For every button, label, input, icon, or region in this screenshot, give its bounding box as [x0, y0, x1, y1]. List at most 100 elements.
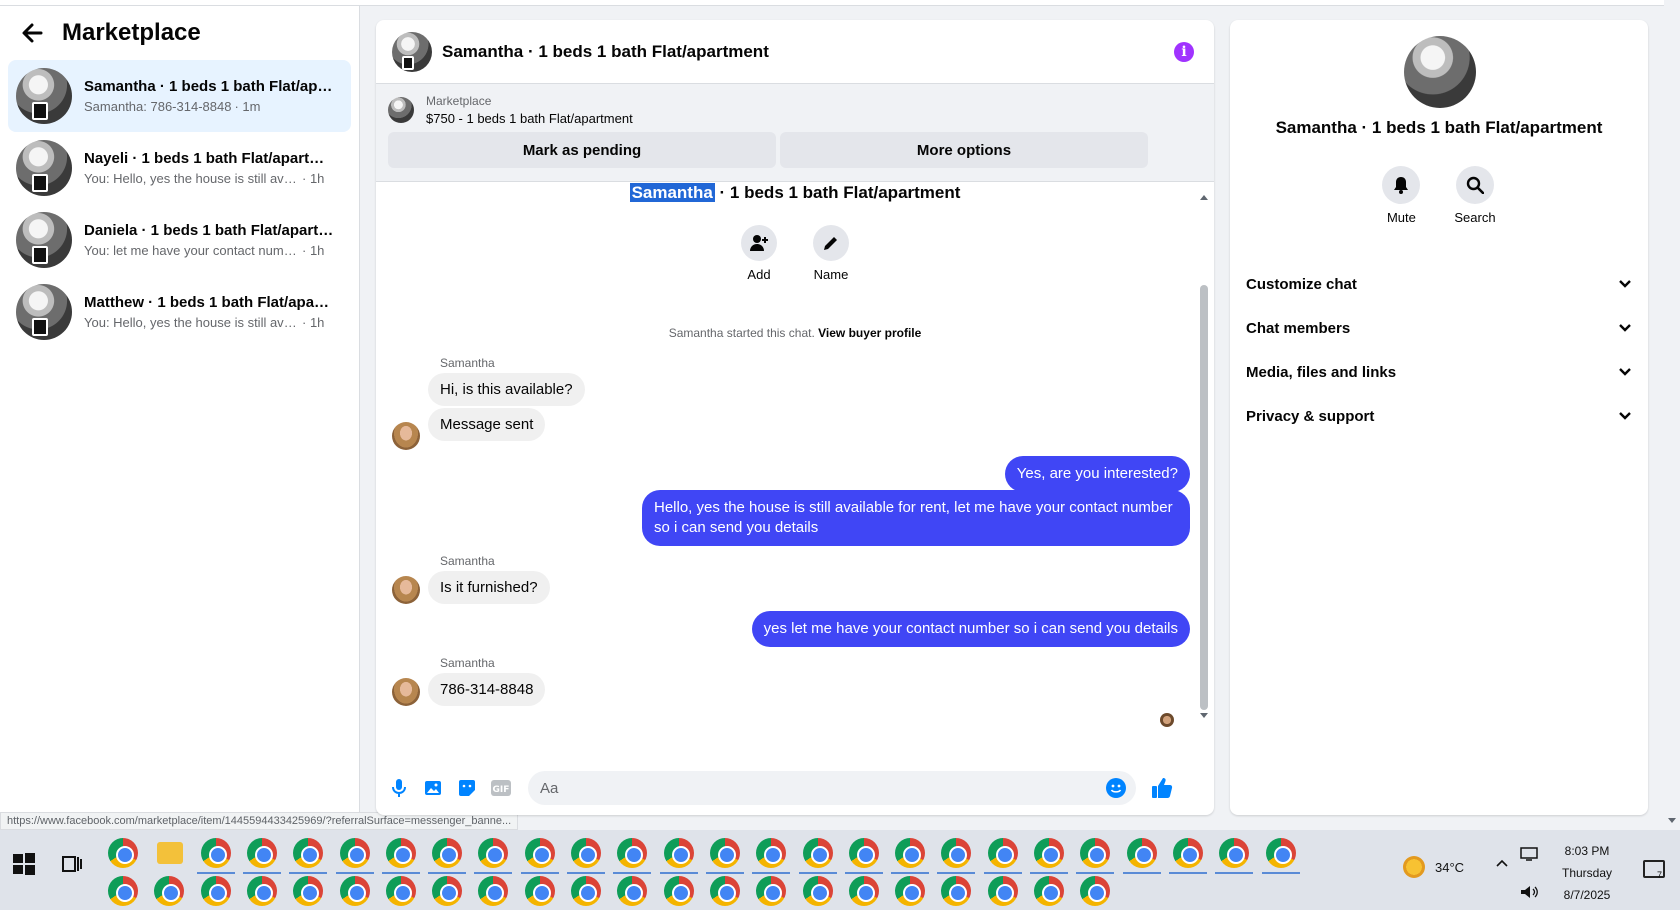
chrome-profile-icon[interactable]	[246, 876, 277, 906]
chrome-profile-icon[interactable]	[1172, 838, 1203, 868]
chrome-profile-icon[interactable]	[385, 876, 416, 906]
chrome-profile-icon[interactable]	[941, 838, 972, 868]
chrome-profile-icon[interactable]	[709, 876, 740, 906]
incoming-message[interactable]: Is it furnished?	[428, 571, 550, 604]
banner-listing[interactable]: $750 - 1 beds 1 bath Flat/apartment	[426, 111, 633, 126]
chrome-profile-icon[interactable]	[848, 838, 879, 868]
chrome-profile-icon[interactable]	[1034, 876, 1064, 906]
gif-icon[interactable]: GIF	[490, 777, 512, 799]
chrome-profile-icon[interactable]	[571, 838, 601, 868]
thumbs-up-icon[interactable]	[1150, 776, 1174, 800]
back-arrow-icon[interactable]	[18, 19, 46, 47]
weather-widget[interactable]: 34°C	[1403, 856, 1464, 878]
search-button[interactable]: Search	[1454, 166, 1496, 225]
edit-name-button[interactable]: Name	[813, 225, 849, 282]
info-listing-avatar[interactable]	[1404, 36, 1476, 108]
chrome-profile-icon[interactable]	[802, 838, 833, 868]
sender-avatar[interactable]	[392, 422, 420, 450]
conversation-item[interactable]: Matthew · 1 beds 1 bath Flat/apart... Yo…	[8, 276, 351, 348]
chrome-profile-icon[interactable]	[108, 876, 138, 906]
emoji-icon[interactable]	[1106, 778, 1126, 798]
chrome-profile-icon[interactable]	[617, 876, 648, 906]
outgoing-message[interactable]: yes let me have your contact number so i…	[751, 611, 1190, 647]
chrome-profile-icon[interactable]	[987, 876, 1018, 906]
customize-chat-section[interactable]: Customize chat	[1230, 262, 1648, 306]
chrome-profile-icon[interactable]	[524, 876, 555, 906]
outgoing-message[interactable]: Hello, yes the house is still available …	[642, 490, 1190, 546]
chrome-profile-icon[interactable]	[154, 876, 185, 906]
more-options-button[interactable]: More options	[780, 132, 1148, 168]
conversation-item[interactable]: Daniela · 1 beds 1 bath Flat/apartm... Y…	[8, 204, 351, 276]
chrome-profile-icon[interactable]	[571, 876, 601, 906]
chrome-profile-icon[interactable]	[385, 838, 416, 868]
view-buyer-profile-link[interactable]: View buyer profile	[818, 326, 921, 340]
chrome-profile-icon[interactable]	[200, 838, 231, 868]
chrome-profile-icon[interactable]	[1080, 876, 1111, 906]
scroll-down-arrow-icon[interactable]	[1200, 713, 1208, 718]
media-files-links-section[interactable]: Media, files and links	[1230, 350, 1648, 394]
chrome-profile-icon[interactable]	[432, 838, 463, 868]
sticker-icon[interactable]	[456, 777, 478, 799]
chrome-profile-icon[interactable]	[663, 876, 694, 906]
chrome-profile-icon[interactable]	[1219, 838, 1250, 868]
mark-pending-button[interactable]: Mark as pending	[388, 132, 776, 168]
sender-avatar[interactable]	[392, 678, 420, 706]
chrome-profile-icon[interactable]	[293, 876, 324, 906]
chrome-profile-icon[interactable]	[246, 838, 277, 868]
scroll-thumb[interactable]	[1200, 285, 1208, 710]
page-scroll-down-arrow-icon[interactable]	[1668, 818, 1676, 823]
chrome-profile-icon[interactable]	[663, 838, 694, 868]
chrome-profile-icon[interactable]	[432, 876, 463, 906]
chrome-profile-icon[interactable]	[339, 876, 370, 906]
page-scrollbar-track[interactable]	[1664, 0, 1680, 830]
system-clock[interactable]: 8:03 PM Thursday 8/7/2025	[1547, 840, 1627, 906]
chrome-profile-icon[interactable]	[478, 838, 509, 868]
chrome-profile-icon[interactable]	[1126, 838, 1157, 868]
incoming-message[interactable]: Hi, is this available?	[428, 373, 585, 406]
chrome-profile-icon[interactable]	[293, 838, 324, 868]
outgoing-message[interactable]: Yes, are you interested?	[1004, 456, 1190, 492]
conversation-item[interactable]: Samantha · 1 beds 1 bath Flat/apar... Sa…	[8, 60, 351, 132]
privacy-support-section[interactable]: Privacy & support	[1230, 394, 1648, 438]
chat-members-section[interactable]: Chat members	[1230, 306, 1648, 350]
chrome-profile-icon[interactable]	[756, 876, 787, 906]
info-icon[interactable]: i	[1174, 42, 1194, 62]
chat-title[interactable]: Samantha · 1 beds 1 bath Flat/apartment	[442, 42, 769, 62]
notification-center-icon[interactable]: 7	[1643, 860, 1665, 880]
chrome-profile-icon[interactable]	[617, 838, 648, 868]
chrome-profile-icon[interactable]	[709, 838, 740, 868]
paint-app-icon[interactable]	[108, 838, 138, 868]
message-input[interactable]: Aa	[528, 771, 1136, 805]
chrome-profile-icon[interactable]	[339, 838, 370, 868]
chrome-profile-icon[interactable]	[895, 876, 926, 906]
chevron-up-icon[interactable]	[1495, 858, 1509, 868]
chrome-profile-icon[interactable]	[1080, 838, 1111, 868]
network-icon[interactable]	[1519, 846, 1539, 862]
conversation-item[interactable]: Nayeli · 1 beds 1 bath Flat/apartme... Y…	[8, 132, 351, 204]
chrome-profile-icon[interactable]	[478, 876, 509, 906]
chrome-profile-icon[interactable]	[200, 876, 231, 906]
chrome-profile-icon[interactable]	[848, 876, 879, 906]
file-explorer-icon[interactable]	[157, 842, 183, 864]
sender-avatar[interactable]	[392, 576, 420, 604]
chrome-profile-icon[interactable]	[1265, 838, 1296, 868]
scroll-up-arrow-icon[interactable]	[1200, 195, 1208, 200]
add-people-button[interactable]: Add	[741, 225, 777, 282]
volume-icon[interactable]	[1519, 884, 1539, 900]
photo-icon[interactable]	[422, 777, 444, 799]
chrome-profile-icon[interactable]	[895, 838, 926, 868]
incoming-message[interactable]: 786-314-8848	[428, 673, 546, 706]
chrome-profile-icon[interactable]	[756, 838, 787, 868]
incoming-message[interactable]: Message sent	[428, 408, 546, 441]
chrome-profile-icon[interactable]	[802, 876, 833, 906]
mute-button[interactable]: Mute	[1382, 166, 1421, 225]
chat-avatar[interactable]	[392, 31, 432, 72]
chrome-profile-icon[interactable]	[524, 838, 555, 868]
chrome-profile-icon[interactable]	[941, 876, 972, 906]
task-view-icon[interactable]	[60, 852, 84, 876]
microphone-icon[interactable]	[388, 777, 410, 799]
windows-start-icon[interactable]	[12, 852, 36, 876]
message-scrollbar[interactable]	[1200, 195, 1208, 718]
chrome-profile-icon[interactable]	[987, 838, 1018, 868]
chrome-profile-icon[interactable]	[1034, 838, 1064, 868]
